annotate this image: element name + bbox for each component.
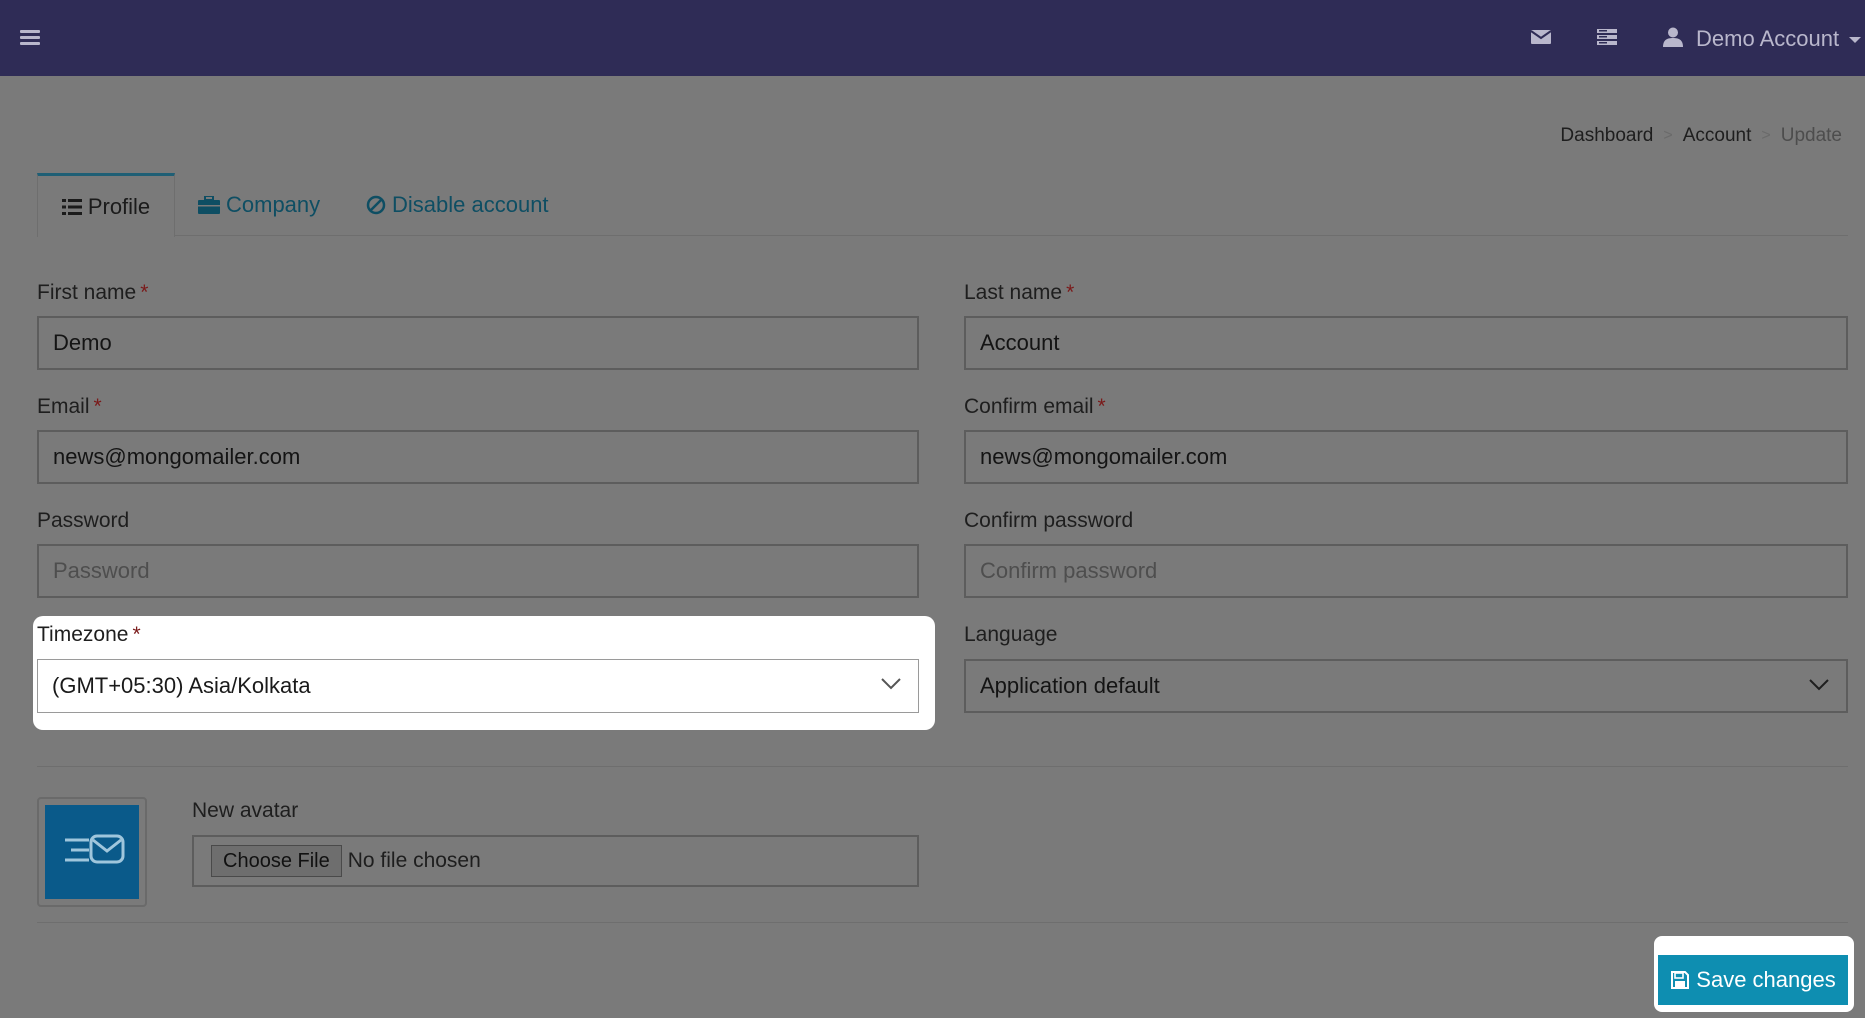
required-marker: * [132,623,141,646]
first-name-input[interactable]: Demo [37,316,919,370]
confirm-password-label: Confirm password [964,509,1134,532]
first-name-label: First name * [37,281,149,304]
breadcrumb: Dashboard > Account > Update [1560,125,1842,147]
password-input[interactable]: Password [37,544,919,598]
caret-down-icon [1849,37,1862,43]
confirm-email-label: Confirm email * [964,395,1106,418]
save-label: Save changes [1696,967,1836,992]
hamburger-menu-icon[interactable] [20,30,40,46]
last-name-input[interactable]: Account [964,316,1848,370]
timezone-select[interactable]: (GMT+05:30) Asia/Kolkata [37,659,919,713]
required-marker: * [1097,395,1106,418]
email-input[interactable]: news@mongomailer.com [37,430,919,484]
timezone-label: Timezone * [37,623,141,646]
tab-label: Company [226,191,321,217]
language-label: Language [964,623,1058,646]
language-selected-value: Application default [980,673,1160,698]
save-changes-button[interactable]: Save changes [1658,955,1848,1005]
breadcrumb-account[interactable]: Account [1683,125,1752,147]
tab-disable-account[interactable]: Disable account [366,173,549,236]
tab-label: Profile [87,193,151,219]
briefcase-icon [198,195,220,214]
chevron-down-icon [881,678,901,690]
required-marker: * [93,395,102,418]
user-name: Demo Account [1696,26,1840,51]
breadcrumb-dashboard[interactable]: Dashboard [1560,125,1653,147]
tab-profile[interactable]: Profile [37,173,175,237]
breadcrumb-current: Update [1780,125,1842,146]
avatar-file-input[interactable]: Choose File No file chosen [192,835,919,887]
ban-icon [366,195,386,214]
floppy-disk-icon [1671,971,1690,989]
timezone-selected-value: (GMT+05:30) Asia/Kolkata [52,673,311,698]
required-marker: * [1066,281,1075,304]
last-name-label: Last name * [964,281,1075,304]
required-marker: * [140,281,149,304]
new-avatar-label: New avatar [192,799,299,822]
section-divider [37,922,1848,923]
user-account-menu[interactable]: Demo Account [1662,24,1862,54]
confirm-password-input[interactable]: Confirm password [964,544,1848,598]
tab-label: Disable account [392,191,549,217]
language-select[interactable]: Application default [964,659,1848,713]
chevron-down-icon [1809,679,1829,691]
envelope-icon[interactable] [1530,28,1552,51]
email-label: Email * [37,395,102,418]
account-tabs: Profile Company Disable account [37,173,1848,237]
breadcrumb-separator: > [1663,127,1673,144]
top-navbar: Demo Account [0,0,1865,76]
avatar [37,797,147,907]
section-divider [37,766,1848,767]
user-icon [1662,26,1684,53]
avatar-image [45,805,139,899]
server-icon[interactable] [1596,28,1618,51]
tab-company[interactable]: Company [198,173,320,236]
list-icon [61,198,82,215]
confirm-email-input[interactable]: news@mongomailer.com [964,430,1848,484]
choose-file-button[interactable]: Choose File [211,845,342,877]
file-status: No file chosen [347,849,481,872]
breadcrumb-separator: > [1761,127,1771,144]
mail-logo-icon [65,834,125,864]
password-label: Password [37,509,130,532]
